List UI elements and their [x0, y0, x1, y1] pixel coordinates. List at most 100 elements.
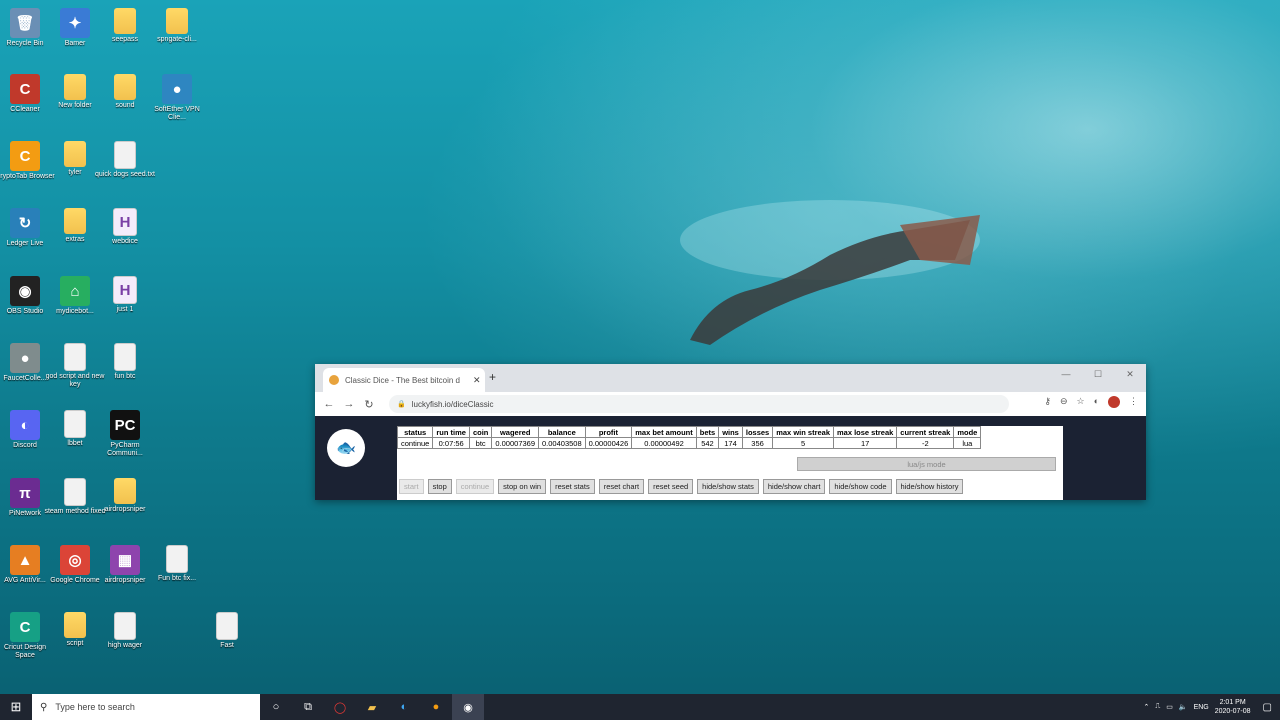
- desktop-icon-spngate-cli[interactable]: spngate-cli...: [146, 8, 208, 44]
- opera-icon[interactable]: ◯: [324, 694, 356, 720]
- close-tab-icon[interactable]: ✕: [473, 375, 485, 386]
- desktop-icon-fun-btc-fix[interactable]: Fun btc fix...: [146, 545, 208, 583]
- desktop-icon-label: PyCharm Communi...: [107, 442, 143, 457]
- address-bar[interactable]: 🔒 luckyfish.io/diceClassic: [389, 395, 1009, 413]
- desktop-icon-label: just 1: [116, 306, 134, 313]
- start-button[interactable]: start: [399, 479, 424, 494]
- reload-button[interactable]: ↻: [359, 398, 379, 411]
- obs-icon[interactable]: ◉: [452, 694, 484, 720]
- stats-value-cell: 0.00000492: [631, 437, 697, 449]
- app-icon: ▲: [10, 545, 40, 575]
- app-icon: C: [10, 612, 40, 642]
- hide-show-history-button[interactable]: hide/show history: [895, 479, 964, 494]
- file-icon: [64, 343, 86, 371]
- desktop-icon-webdice[interactable]: Hwebdice: [94, 208, 156, 246]
- app-icon: PC: [110, 410, 140, 440]
- app-icon: ✦: [60, 8, 90, 38]
- desktop-icon-fun-btc[interactable]: fun btc: [94, 343, 156, 381]
- continue-button[interactable]: continue: [455, 479, 495, 494]
- folder-icon: [166, 8, 188, 34]
- app-icon: ▦: [110, 545, 140, 575]
- menu-icon[interactable]: ⋮: [1129, 396, 1138, 408]
- desktop-icon-just-1[interactable]: Hjust 1: [94, 276, 156, 314]
- desktop-icon-pycharm-communi[interactable]: PC PyCharm Communi...: [94, 410, 156, 458]
- notifications-icon[interactable]: ▢: [1263, 702, 1272, 713]
- cortana-icon[interactable]: ○: [260, 694, 292, 720]
- stats-value-cell: continue: [396, 437, 434, 449]
- app-icon: C: [10, 74, 40, 104]
- stats-value-cell: -2: [896, 437, 955, 449]
- desktop-icon-airdropsniper[interactable]: airdropsniper: [94, 478, 156, 514]
- hide-show-chart-button[interactable]: hide/show chart: [762, 479, 826, 494]
- file-explorer-icon[interactable]: ▰: [356, 694, 388, 720]
- desktop-icon-label: high wager: [107, 642, 143, 649]
- file-icon: H: [113, 276, 137, 304]
- file-icon: [64, 478, 86, 506]
- tray-chevron-icon[interactable]: ⌃: [1143, 703, 1149, 711]
- site-logo[interactable]: 🐟: [327, 429, 365, 467]
- app-icon: ↻: [10, 208, 40, 238]
- maximize-button[interactable]: ☐: [1082, 364, 1114, 384]
- browser-window: Classic Dice - The Best bitcoin d ✕ + — …: [315, 364, 1146, 500]
- stats-header-cell: run time: [432, 426, 470, 438]
- desktop-icon-fast[interactable]: Fast: [196, 612, 258, 650]
- search-box[interactable]: ⚲ Type here to search: [32, 694, 260, 720]
- task-view-icon[interactable]: ⧉: [292, 694, 324, 720]
- desktop-icon-label: spngate-cli...: [157, 36, 197, 43]
- site-favicon-icon: [329, 375, 339, 385]
- stats-header-cell: wins: [718, 426, 743, 438]
- block-icon[interactable]: ⊖: [1060, 396, 1068, 408]
- reset-seed-button[interactable]: reset seed: [648, 479, 694, 494]
- close-window-button[interactable]: ✕: [1114, 364, 1146, 384]
- stop-on-win-button[interactable]: stop on win: [498, 479, 547, 494]
- new-tab-button[interactable]: +: [489, 370, 496, 384]
- folder-icon: [114, 478, 136, 504]
- bot-panel: status run time coin wagered balance profit ma…: [396, 426, 1063, 500]
- app-icon: C: [10, 141, 40, 171]
- desktop-icon-high-wager[interactable]: high wager: [94, 612, 156, 650]
- app-icon: ◎: [60, 545, 90, 575]
- hide-show-stats-button[interactable]: hide/show stats: [697, 479, 759, 494]
- start-button[interactable]: ⊞: [0, 694, 32, 720]
- key-icon[interactable]: ⚷: [1044, 396, 1051, 408]
- back-button[interactable]: ←: [319, 398, 339, 410]
- app-icon: ◉: [10, 276, 40, 306]
- star-icon[interactable]: ☆: [1076, 396, 1084, 408]
- control-buttons: start stop continue stop on win reset stats r…: [399, 479, 964, 494]
- stats-header-cell: balance: [538, 426, 586, 438]
- profile-avatar[interactable]: [1108, 396, 1120, 408]
- hide-show-code-button[interactable]: hide/show code: [829, 479, 892, 494]
- file-icon: [114, 343, 136, 371]
- network-icon[interactable]: ⎍: [1155, 703, 1160, 711]
- minimize-button[interactable]: —: [1050, 364, 1082, 384]
- search-icon: ⚲: [40, 701, 48, 713]
- reset-chart-button[interactable]: reset chart: [598, 479, 645, 494]
- clock[interactable]: 2:01 PM 2020-07-08: [1215, 698, 1251, 716]
- stats-header-cell: bets: [695, 426, 720, 438]
- desktop-icon-softether-vpn-clie[interactable]: ● SoftEther VPN Clie...: [146, 74, 208, 122]
- app-icon: ●: [10, 343, 40, 373]
- dice-page: 🐟 status run time coin wagered balance profit…: [315, 416, 1146, 500]
- battery-icon[interactable]: ▭: [1166, 703, 1173, 711]
- forward-button[interactable]: →: [339, 398, 359, 410]
- folder-icon: [114, 74, 136, 100]
- desktop-icon-quick-dogs-seed-txt[interactable]: quick dogs seed.txt: [94, 141, 156, 179]
- edge-icon[interactable]: ◐: [388, 694, 420, 720]
- language-indicator[interactable]: ENG: [1194, 704, 1209, 711]
- cryptotab-icon[interactable]: ●: [420, 694, 452, 720]
- file-icon: [64, 410, 86, 438]
- file-icon: [114, 612, 136, 640]
- app-icon: 🗑: [10, 8, 40, 38]
- desktop-icon-label: quick dogs seed.txt: [95, 171, 155, 178]
- extension-icon[interactable]: ◐: [1094, 396, 1099, 408]
- reset-stats-button[interactable]: reset stats: [550, 479, 595, 494]
- lua-mode-button[interactable]: lua/js mode: [797, 457, 1056, 471]
- folder-icon: [114, 8, 136, 34]
- taskbar: ⊞ ⚲ Type here to search ○ ⧉ ◯ ▰ ◐ ● ◉ ⌃ …: [0, 694, 1280, 720]
- volume-icon[interactable]: 🔈: [1179, 703, 1188, 711]
- app-icon: ●: [162, 74, 192, 104]
- tab-classic-dice[interactable]: Classic Dice - The Best bitcoin d ✕: [323, 368, 485, 392]
- stats-header-cell: mode: [953, 426, 982, 438]
- desktop-icon-label: Fast: [220, 642, 234, 649]
- stop-button[interactable]: stop: [427, 479, 452, 494]
